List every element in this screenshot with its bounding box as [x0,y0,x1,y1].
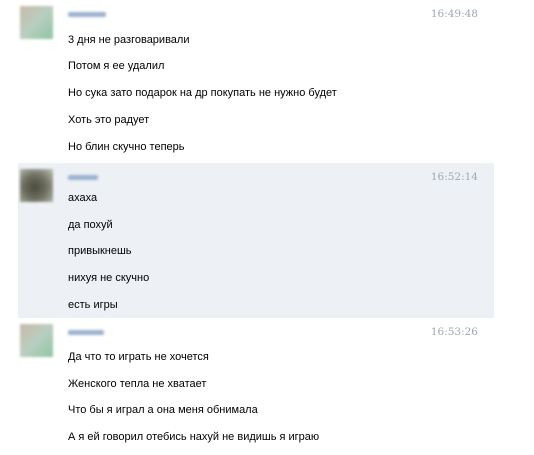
message-line: ахаха [68,192,98,204]
message-line: есть игры [68,299,118,311]
message-group: 16:52:14 ахаха да похуй привыкнешь нихуя… [18,163,494,318]
message-line: Что бы я играл а она меня обнимала [68,404,258,416]
message-line: Потом я ее удалил [68,60,165,72]
avatar[interactable] [20,169,53,202]
author-name[interactable] [68,175,98,180]
message-line: привыкнешь [68,245,132,257]
message-timestamp: 16:53:26 [430,326,478,338]
message-timestamp: 16:49:48 [430,8,478,20]
message-line: Женского тепла не хватает [68,378,207,390]
message-line: 3 дня не разговаривали [68,34,190,46]
message-line: Но блин скучно теперь [68,141,185,153]
message-line: А я ей говорил отебись нахуй не видишь я… [68,431,320,443]
message-group: 16:49:48 3 дня не разговаривали Потом я … [18,0,494,163]
message-timestamp: 16:52:14 [430,171,478,183]
avatar[interactable] [20,6,53,39]
author-name[interactable] [68,12,106,17]
message-line: да похуй [68,219,113,231]
message-line: Да что то играть не хочется [68,351,209,363]
author-name[interactable] [68,330,104,335]
message-line: Хоть это радует [68,114,150,126]
message-line: Но сука зато подарок на др покупать не н… [68,87,337,99]
message-line: нихуя не скучно [68,272,150,284]
avatar[interactable] [20,324,53,357]
message-group: 16:53:26 Да что то играть не хочется Жен… [18,318,494,455]
